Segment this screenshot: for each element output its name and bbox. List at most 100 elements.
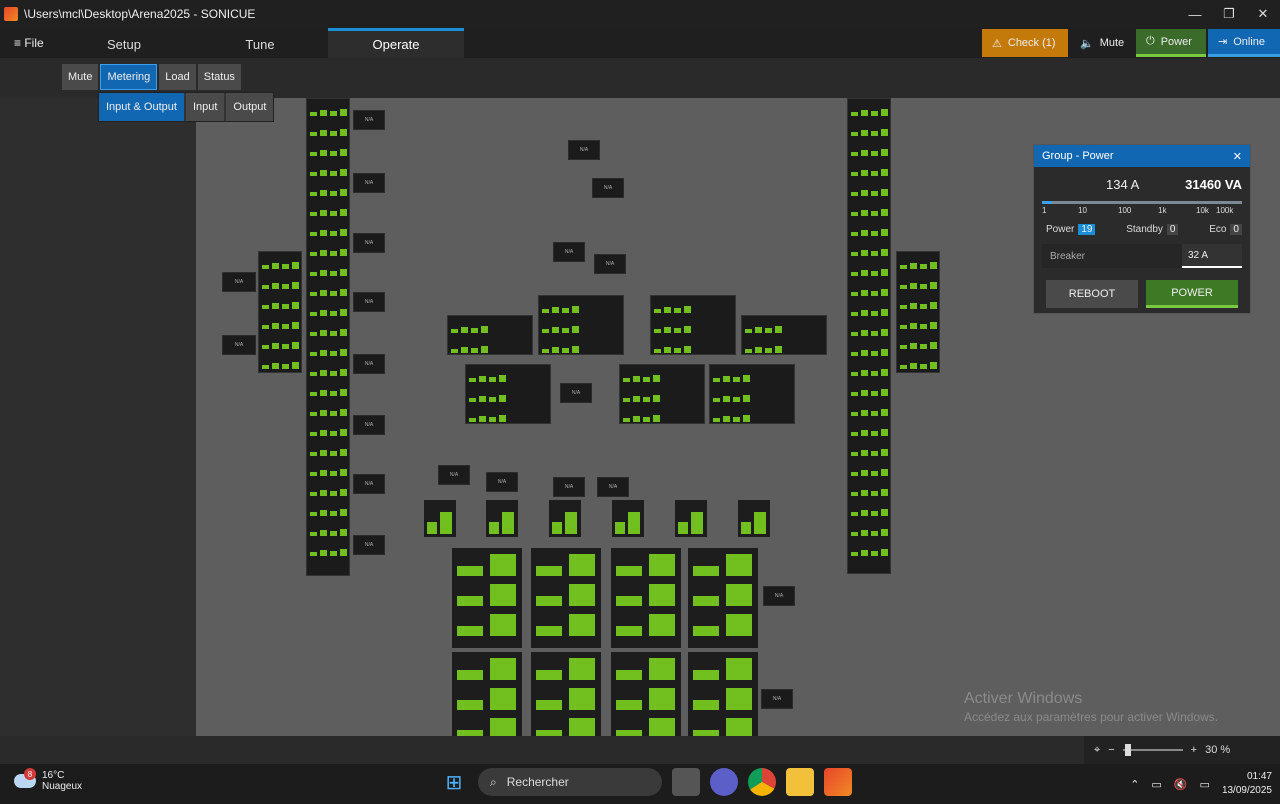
meter-bar <box>623 378 630 382</box>
meter-bar <box>292 342 299 349</box>
meter-bar <box>562 308 569 313</box>
meter-bar <box>310 312 317 316</box>
meter-bar <box>861 370 868 376</box>
meter-bar <box>871 431 878 436</box>
subtab-input-output[interactable]: Input & Output <box>99 93 184 121</box>
tab-setup[interactable]: Setup <box>56 28 192 58</box>
meter-bar <box>272 303 279 309</box>
breaker-input[interactable]: 32 A <box>1182 244 1242 268</box>
task-view-icon[interactable] <box>672 768 700 796</box>
tab-tune[interactable]: Tune <box>192 28 328 58</box>
power-on-button[interactable]: POWER <box>1146 280 1238 308</box>
meter-bar <box>871 311 878 316</box>
sonicue-taskbar-icon[interactable] <box>824 768 852 796</box>
meter-bar <box>272 343 279 349</box>
speaker-icon: 🔈 <box>1080 37 1094 50</box>
meter-bar <box>552 307 559 313</box>
meter-bar <box>340 369 347 376</box>
chevron-up-icon[interactable]: ⌃ <box>1130 778 1139 791</box>
subtab-output[interactable]: Output <box>226 93 274 121</box>
na-label: N/A <box>568 140 600 160</box>
meter-bar <box>881 469 888 476</box>
display-icon[interactable]: ▭ <box>1151 778 1161 791</box>
close-icon[interactable]: ✕ <box>1233 150 1242 163</box>
meter-bar <box>569 614 595 636</box>
meter-bar <box>861 410 868 416</box>
zoom-value: 30 % <box>1205 744 1231 756</box>
zoom-out-button[interactable]: − <box>1108 744 1114 756</box>
battery-icon[interactable]: ▭ <box>1200 778 1210 791</box>
online-label: Online <box>1233 35 1266 48</box>
check-button[interactable]: ⚠ Check (1) <box>982 29 1068 57</box>
minimize-button[interactable]: — <box>1178 0 1212 28</box>
meter-bar <box>310 112 317 116</box>
subtab-load[interactable]: Load <box>159 64 196 90</box>
meter-bar <box>320 310 327 316</box>
zoom-in-button[interactable]: + <box>1191 744 1197 756</box>
na-label: N/A <box>763 586 795 606</box>
meter-bar <box>330 111 337 116</box>
sub-amp-block <box>611 548 681 648</box>
meter-bar <box>330 171 337 176</box>
meter-bar <box>654 309 661 313</box>
meter-bar <box>871 371 878 376</box>
meter-bar <box>871 171 878 176</box>
subtab-status[interactable]: Status <box>197 64 241 90</box>
fit-view-icon[interactable]: ⌖ <box>1094 744 1100 757</box>
tab-operate[interactable]: Operate <box>328 28 464 58</box>
online-button[interactable]: ⇥ Online <box>1208 29 1280 57</box>
meter-bar <box>262 365 269 369</box>
power-button[interactable]: ⏻ Power <box>1136 29 1206 57</box>
file-menu[interactable]: ≡ File <box>0 28 56 58</box>
meter-bar <box>910 283 917 289</box>
meter-bar <box>900 265 907 269</box>
weather-widget[interactable]: 8 16°C Nuageux <box>14 768 82 792</box>
meter-bar <box>340 189 347 196</box>
windows-start-icon[interactable]: ⊞ <box>440 768 468 796</box>
zoom-slider[interactable] <box>1122 744 1183 756</box>
mute-button[interactable]: 🔈 Mute <box>1070 29 1134 57</box>
search-icon: ⌕ <box>490 774 497 789</box>
meter-bar <box>310 212 317 216</box>
meter-bar <box>881 369 888 376</box>
meter-bar <box>851 352 858 356</box>
power-count: 19 <box>1078 224 1096 235</box>
meter-bar <box>920 324 927 329</box>
meter-bar <box>851 392 858 396</box>
meter-bar <box>851 432 858 436</box>
chrome-icon[interactable] <box>748 768 776 796</box>
file-explorer-icon[interactable] <box>786 768 814 796</box>
chat-app-icon[interactable] <box>710 768 738 796</box>
meter-bar <box>755 327 762 333</box>
meter-bar <box>569 658 595 680</box>
meter-bar <box>340 549 347 556</box>
volume-muted-icon[interactable]: 🔇 <box>1174 778 1188 791</box>
meter-bar <box>775 346 782 353</box>
meter-bar <box>282 364 289 369</box>
meter-bar <box>469 398 476 402</box>
meter-bar <box>871 271 878 276</box>
zoom-slider-thumb[interactable] <box>1124 744 1131 756</box>
subtab-metering[interactable]: Metering <box>100 64 158 90</box>
meter-bar <box>851 472 858 476</box>
na-label: N/A <box>353 474 385 494</box>
meter-bar <box>451 349 458 353</box>
subtab-input[interactable]: Input <box>185 93 225 121</box>
meter-bar <box>693 626 719 636</box>
meter-bar <box>262 265 269 269</box>
meter-bar <box>569 584 595 606</box>
sub-meter <box>424 500 456 537</box>
restore-button[interactable]: ❐ <box>1212 0 1246 28</box>
meter-bar <box>623 398 630 402</box>
meter-bar <box>320 450 327 456</box>
meter-bar <box>861 330 868 336</box>
taskbar-search[interactable]: ⌕ Rechercher <box>478 768 662 796</box>
meter-bar <box>861 490 868 496</box>
reboot-button[interactable]: REBOOT <box>1046 280 1138 308</box>
meter-bar <box>490 658 516 680</box>
meter-bar <box>310 272 317 276</box>
meter-bar <box>861 130 868 136</box>
subtab-mute[interactable]: Mute <box>62 64 99 90</box>
amp-meter-block <box>538 295 624 355</box>
close-button[interactable]: ✕ <box>1246 0 1280 28</box>
